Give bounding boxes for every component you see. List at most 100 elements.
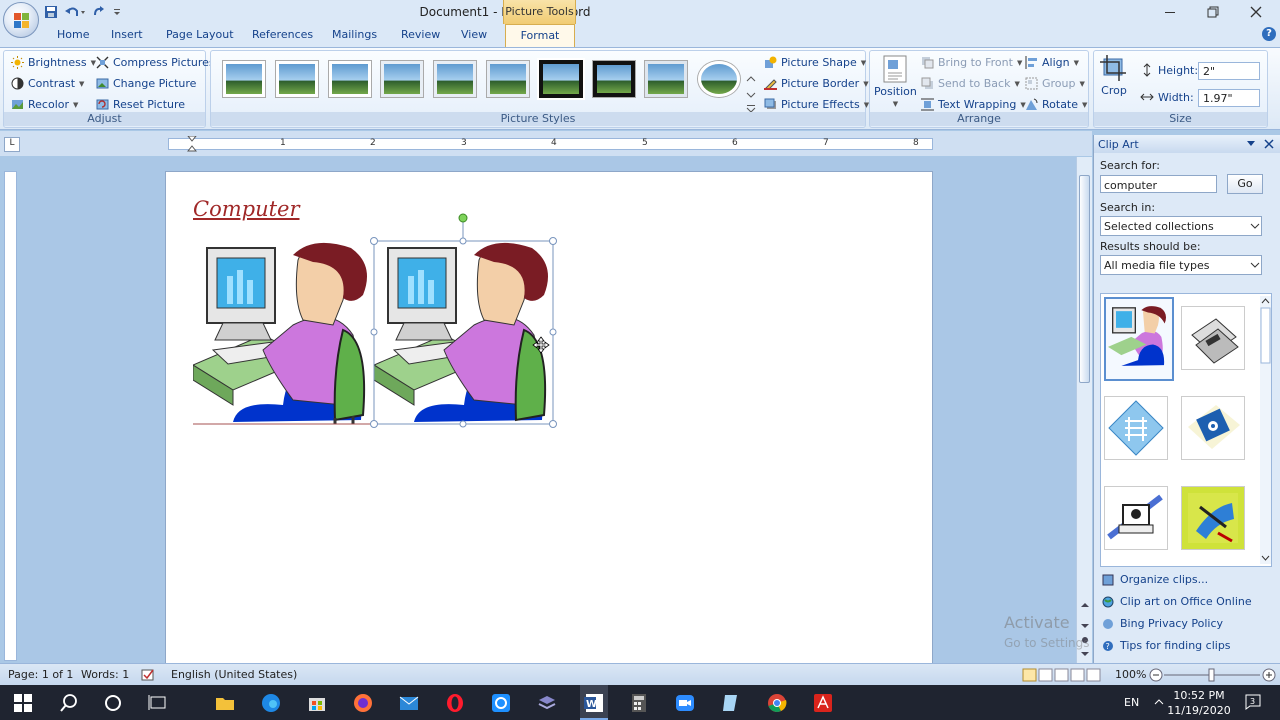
- tab-selector-icon[interactable]: L: [4, 137, 20, 152]
- proofing-icon[interactable]: [140, 667, 156, 683]
- gallery-scroll-icons[interactable]: [745, 73, 757, 115]
- picture-style-3[interactable]: [329, 61, 371, 97]
- notification-center-icon[interactable]: 3: [1244, 693, 1262, 711]
- picture-effects-button[interactable]: Picture Effects ▼: [764, 98, 869, 111]
- firefox-icon[interactable]: [352, 692, 374, 714]
- picture-style-10[interactable]: [698, 61, 740, 97]
- picture-border-button[interactable]: Picture Border ▼: [764, 77, 869, 90]
- task-view-icon[interactable]: [147, 692, 169, 714]
- zoom-meeting-icon[interactable]: [674, 692, 696, 714]
- clip-art-computer-user-image[interactable]: [193, 240, 373, 425]
- windows-start-icon[interactable]: [12, 692, 34, 714]
- taskbar-clock[interactable]: 10:52 PM 11/19/2020: [1166, 688, 1232, 718]
- clip-result-disc[interactable]: [1181, 396, 1245, 460]
- calculator-icon[interactable]: [628, 692, 650, 714]
- bring-to-front-button[interactable]: Bring to Front ▼: [921, 56, 1022, 69]
- selection-handles[interactable]: [368, 212, 560, 432]
- clip-result-computer-screen[interactable]: [1104, 486, 1168, 550]
- organize-clips-link[interactable]: Organize clips...: [1102, 573, 1208, 586]
- office-button[interactable]: [3, 2, 39, 38]
- clip-result-computer-user[interactable]: [1104, 297, 1174, 381]
- help-icon[interactable]: ?: [1262, 27, 1276, 41]
- edge-browser-icon[interactable]: [260, 692, 282, 714]
- reset-picture-button[interactable]: Reset Picture: [96, 98, 185, 111]
- rotate-button[interactable]: Rotate ▼: [1025, 98, 1087, 111]
- results-scrollbar[interactable]: [1260, 296, 1271, 564]
- tab-format[interactable]: Format: [505, 24, 575, 47]
- go-button[interactable]: Go: [1227, 174, 1263, 194]
- word-taskbar-button[interactable]: W: [580, 685, 608, 720]
- width-spinner[interactable]: 1.97": [1198, 89, 1260, 107]
- height-spinner[interactable]: 2": [1198, 62, 1260, 80]
- pane-options-icon[interactable]: [1246, 140, 1256, 148]
- media-type-select[interactable]: All media file types: [1100, 255, 1262, 275]
- tab-page-layout[interactable]: Page Layout: [166, 28, 234, 41]
- vertical-ruler[interactable]: [4, 171, 17, 661]
- zoom-slider[interactable]: [1148, 667, 1278, 683]
- picture-style-1[interactable]: [223, 61, 265, 97]
- tab-review[interactable]: Review: [401, 28, 440, 41]
- tips-finding-clips-link[interactable]: ? Tips for finding clips: [1102, 639, 1231, 652]
- page-count[interactable]: Page: 1 of 1: [8, 668, 73, 681]
- search-in-select[interactable]: Selected collections: [1100, 216, 1262, 236]
- scroll-nav-icons[interactable]: [1080, 602, 1090, 662]
- view-buttons-icons[interactable]: [1022, 667, 1102, 683]
- language-indicator[interactable]: English (United States): [171, 668, 297, 681]
- acrobat-reader-icon[interactable]: [812, 692, 834, 714]
- bing-privacy-link[interactable]: Bing Privacy Policy: [1102, 617, 1223, 630]
- stack-app-icon[interactable]: [536, 692, 558, 714]
- store-icon[interactable]: [306, 692, 328, 714]
- search-icon[interactable]: [58, 692, 80, 714]
- document-heading[interactable]: Computer: [193, 197, 300, 221]
- opera-icon[interactable]: [444, 692, 466, 714]
- tab-view[interactable]: View: [461, 28, 487, 41]
- clip-art-search-input[interactable]: computer: [1100, 175, 1217, 193]
- pane-close-icon[interactable]: [1264, 139, 1274, 149]
- tab-home[interactable]: Home: [57, 28, 89, 41]
- brightness-button[interactable]: Brightness ▼: [11, 56, 96, 69]
- contrast-button[interactable]: Contrast ▼: [11, 77, 84, 90]
- file-explorer-icon[interactable]: [214, 692, 236, 714]
- picture-style-9[interactable]: [645, 61, 687, 97]
- clip-result-mouse-computer[interactable]: [1181, 486, 1245, 550]
- close-icon[interactable]: [1246, 2, 1266, 22]
- minimize-icon[interactable]: [1160, 2, 1180, 22]
- tab-insert[interactable]: Insert: [111, 28, 143, 41]
- picture-shape-button[interactable]: Picture Shape ▼: [764, 56, 866, 69]
- clip-result-floppy-disks[interactable]: [1181, 306, 1245, 370]
- zoom-level[interactable]: 100%: [1115, 668, 1146, 681]
- sync-app-icon[interactable]: [490, 692, 512, 714]
- picture-style-7[interactable]: [540, 61, 582, 97]
- search-in-chevron-down-icon[interactable]: [1248, 218, 1262, 234]
- align-button[interactable]: Align ▼: [1025, 56, 1079, 69]
- send-to-back-button[interactable]: Send to Back ▼: [921, 77, 1020, 90]
- cortana-icon[interactable]: [102, 692, 124, 714]
- tab-mailings[interactable]: Mailings: [332, 28, 377, 41]
- clip-art-online-link[interactable]: Clip art on Office Online: [1102, 595, 1252, 608]
- crop-button[interactable]: Crop: [1100, 55, 1128, 97]
- tab-references[interactable]: References: [252, 28, 313, 41]
- scroll-thumb[interactable]: [1079, 175, 1090, 383]
- clip-result-circuit-chip[interactable]: [1104, 396, 1168, 460]
- picture-style-8[interactable]: [593, 61, 635, 97]
- indent-marker-icon[interactable]: [187, 136, 197, 152]
- position-button[interactable]: Position ▼: [874, 55, 917, 108]
- restore-icon[interactable]: [1203, 2, 1223, 22]
- media-type-chevron-down-icon[interactable]: [1248, 257, 1262, 273]
- compress-pictures-button[interactable]: Compress Pictures: [96, 56, 215, 69]
- picture-style-6[interactable]: [487, 61, 529, 97]
- recolor-button[interactable]: Recolor ▼: [11, 98, 78, 111]
- group-button[interactable]: Group ▼: [1025, 77, 1085, 90]
- text-wrapping-button[interactable]: Text Wrapping ▼: [921, 98, 1026, 111]
- picture-style-5[interactable]: [434, 61, 476, 97]
- word-count[interactable]: Words: 1: [81, 668, 129, 681]
- horizontal-ruler[interactable]: 1 2 3 4 5 6 7 8: [168, 136, 933, 152]
- picture-style-4[interactable]: [381, 61, 423, 97]
- chrome-icon[interactable]: [766, 692, 788, 714]
- document-vertical-scrollbar[interactable]: [1076, 157, 1092, 663]
- mail-icon[interactable]: [398, 692, 420, 714]
- notes-app-icon[interactable]: [720, 692, 742, 714]
- picture-style-2[interactable]: [276, 61, 318, 97]
- change-picture-button[interactable]: Change Picture: [96, 77, 196, 90]
- tray-chevron-up-icon[interactable]: [1154, 698, 1164, 706]
